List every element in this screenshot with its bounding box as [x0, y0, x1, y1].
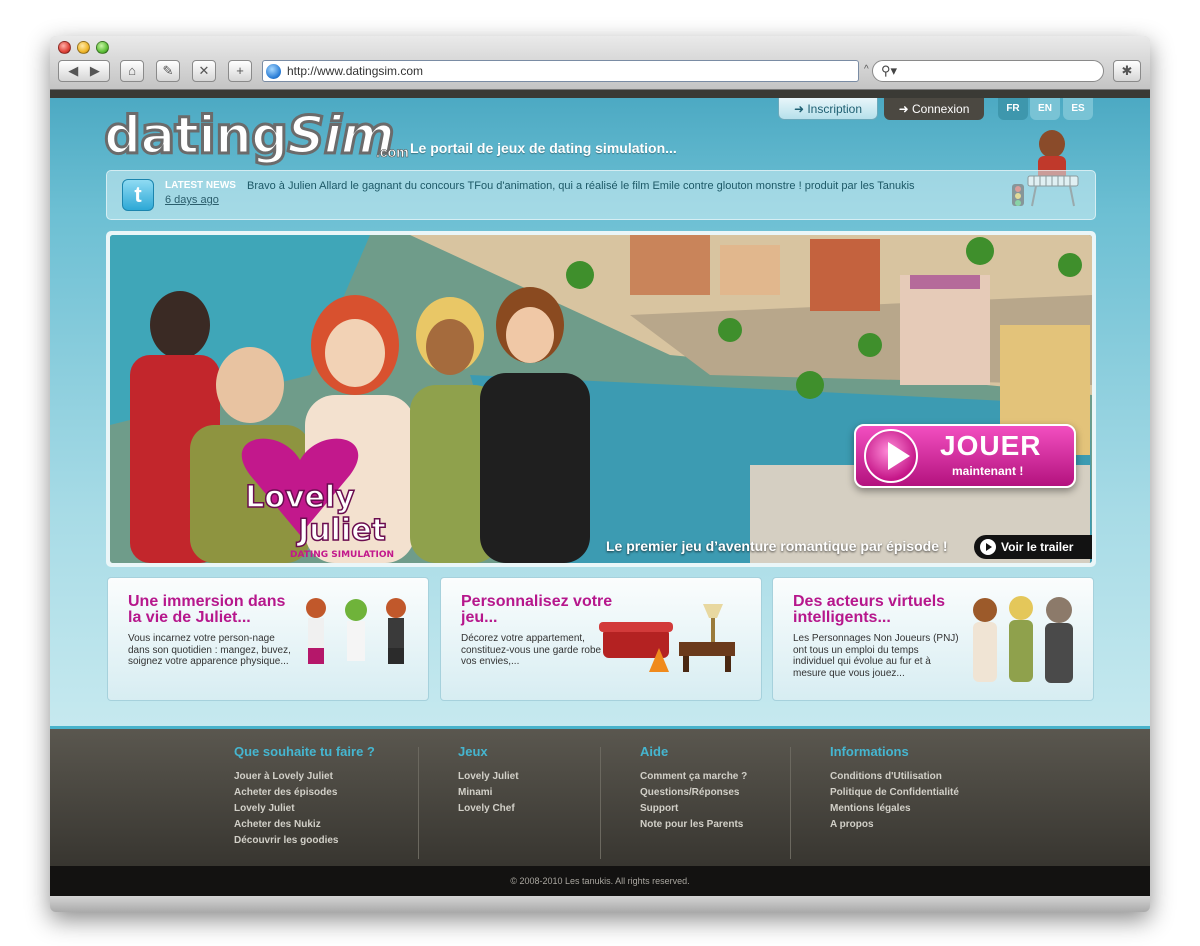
footer-column-help: Aide Comment ça marche ? Questions/Répon…	[640, 744, 747, 833]
footer-link[interactable]: Acheter des Nukiz	[234, 817, 375, 833]
footer-column-information: Informations Conditions d'Utilisation Po…	[830, 744, 959, 833]
lang-fr-button[interactable]: FR	[998, 98, 1028, 120]
edit-icon: ✎	[162, 63, 174, 78]
feature-virtual-actors[interactable]: Des acteurs virtuels intelligents... Les…	[772, 577, 1094, 701]
game-artwork: Lovely Juliet DATING SIMULATION	[110, 235, 1092, 563]
stop-button[interactable]: ✕	[192, 60, 216, 82]
juliet-outfits-illustration	[306, 598, 406, 664]
footer-link[interactable]: Questions/Réponses	[640, 785, 747, 801]
home-button[interactable]: ⌂	[120, 60, 144, 82]
watch-trailer-label: Voir le trailer	[1001, 540, 1074, 554]
window-bottom-bar	[50, 896, 1150, 912]
footer-link[interactable]: Conditions d'Utilisation	[830, 769, 959, 785]
search-icon: ⚲▾	[881, 63, 898, 78]
home-icon: ⌂	[128, 63, 136, 78]
forward-icon[interactable]: ▶	[90, 63, 100, 78]
news-label: LATEST NEWS	[165, 180, 236, 191]
footer-link[interactable]: Lovely Juliet	[458, 769, 519, 785]
footer-column-games: Jeux Lovely Juliet Minami Lovely Chef	[458, 744, 519, 817]
play-now-sublabel: maintenant !	[952, 464, 1024, 478]
footer-link[interactable]: Politique de Confidentialité	[830, 785, 959, 801]
tagline: Le portail de jeux de dating simulation.…	[410, 140, 677, 156]
footer-link[interactable]: Minami	[458, 785, 519, 801]
play-icon	[864, 429, 918, 483]
copyright-bar: © 2008-2010 Les tanukis. All rights rese…	[50, 866, 1150, 896]
footer-column-title: Aide	[640, 744, 669, 759]
play-now-label: JOUER	[940, 430, 1042, 461]
site-logo[interactable]: datingSim	[102, 106, 396, 166]
footer-column-title: Informations	[830, 744, 909, 759]
stop-icon: ✕	[198, 63, 210, 78]
minimize-window-button[interactable]	[77, 41, 90, 54]
npc-characters-illustration	[973, 596, 1073, 683]
zoom-window-button[interactable]	[96, 41, 109, 54]
apartment-furniture-illustration	[599, 604, 735, 672]
globe-icon	[266, 64, 281, 79]
logo-com: .com	[376, 144, 409, 161]
feature-text: Les Personnages Non Joueurs (PNJ) ont to…	[793, 633, 959, 679]
lang-en-button[interactable]: EN	[1030, 98, 1060, 120]
footer-link[interactable]: Mentions légales	[830, 801, 959, 817]
feature-customize[interactable]: Personnalisez votre jeu... Décorez votre…	[440, 577, 762, 701]
feature-title: Des acteurs virtuels intelligents...	[793, 593, 946, 626]
game-logo-line1: Lovely	[245, 480, 355, 515]
logo-dating: dating	[102, 106, 289, 166]
url-text[interactable]: http://www.datingsim.com	[287, 64, 423, 78]
top-strip	[50, 90, 1150, 98]
twitter-icon[interactable]: t	[122, 179, 154, 211]
news-date-link[interactable]: 6 days ago	[165, 194, 219, 206]
play-now-button[interactable]: JOUER maintenant !	[854, 424, 1076, 488]
footer-link[interactable]: Découvrir les goodies	[234, 833, 375, 849]
footer-column-title: Que souhaite tu faire ?	[234, 744, 375, 759]
hero-caption: Le premier jeu d’aventure romantique par…	[606, 538, 948, 554]
footer-column-actions: Que souhaite tu faire ? Jouer à Lovely J…	[234, 744, 375, 849]
footer-column-title: Jeux	[458, 744, 488, 759]
address-bar[interactable]: http://www.datingsim.com	[262, 60, 859, 82]
footer-link[interactable]: Comment ça marche ?	[640, 769, 747, 785]
footer-divider	[418, 747, 419, 859]
play-circle-icon	[980, 539, 996, 555]
footer-link[interactable]: Jouer à Lovely Juliet	[234, 769, 375, 785]
inscription-button[interactable]: ➜ Inscription	[778, 98, 878, 120]
browser-toolbar: ◀ ▶ ⌂ ✎ ✕ + http://www.datingsim.com ^ ⚲…	[50, 36, 1150, 90]
latest-news-bar: t LATEST NEWS Bravo à Julien Allard le g…	[106, 170, 1096, 220]
footer-link[interactable]: Lovely Chef	[458, 801, 519, 817]
footer-link[interactable]: Acheter des épisodes	[234, 785, 375, 801]
feature-text: Vous incarnez votre person-nage dans son…	[128, 633, 291, 667]
bug-button[interactable]: ✱	[1113, 60, 1141, 82]
page-viewport: ➜ Inscription ➜ Connexion FR EN ES datin…	[50, 90, 1150, 912]
footer-divider	[790, 747, 791, 859]
add-bookmark-button[interactable]: +	[228, 60, 252, 82]
game-logo-line2: Juliet	[296, 513, 386, 548]
news-text: Bravo à Julien Allard le gagnant du conc…	[247, 180, 915, 192]
copyright-text: © 2008-2010 Les tanukis. All rights rese…	[510, 876, 690, 886]
back-forward-button[interactable]: ◀ ▶	[58, 60, 110, 82]
footer-link[interactable]: Note pour les Parents	[640, 817, 747, 833]
url-dropdown-icon[interactable]: ^	[864, 64, 869, 75]
footer-divider	[600, 747, 601, 859]
back-icon[interactable]: ◀	[68, 63, 78, 78]
footer-link[interactable]: Lovely Juliet	[234, 801, 375, 817]
hero-illustration: Lovely Juliet DATING SIMULATION JOUER ma…	[110, 235, 1092, 563]
add-icon: +	[236, 63, 244, 78]
bug-icon: ✱	[1121, 63, 1133, 78]
search-field[interactable]: ⚲▾	[872, 60, 1104, 82]
close-window-button[interactable]	[58, 41, 71, 54]
lang-es-button[interactable]: ES	[1063, 98, 1093, 120]
footer-link[interactable]: A propos	[830, 817, 959, 833]
site-header-area: ➜ Inscription ➜ Connexion FR EN ES datin…	[50, 90, 1150, 726]
game-logo-sub: DATING SIMULATION	[290, 550, 394, 560]
hero-banner: Lovely Juliet DATING SIMULATION JOUER ma…	[106, 231, 1096, 567]
footer-link[interactable]: Support	[640, 801, 747, 817]
feature-title: Une immersion dans la vie de Juliet...	[128, 593, 286, 626]
connexion-button[interactable]: ➜ Connexion	[884, 98, 984, 120]
edit-button[interactable]: ✎	[156, 60, 180, 82]
browser-window: ◀ ▶ ⌂ ✎ ✕ + http://www.datingsim.com ^ ⚲…	[50, 36, 1150, 912]
feature-immersion[interactable]: Une immersion dans la vie de Juliet... V…	[107, 577, 429, 701]
watch-trailer-button[interactable]: Voir le trailer	[974, 535, 1092, 559]
